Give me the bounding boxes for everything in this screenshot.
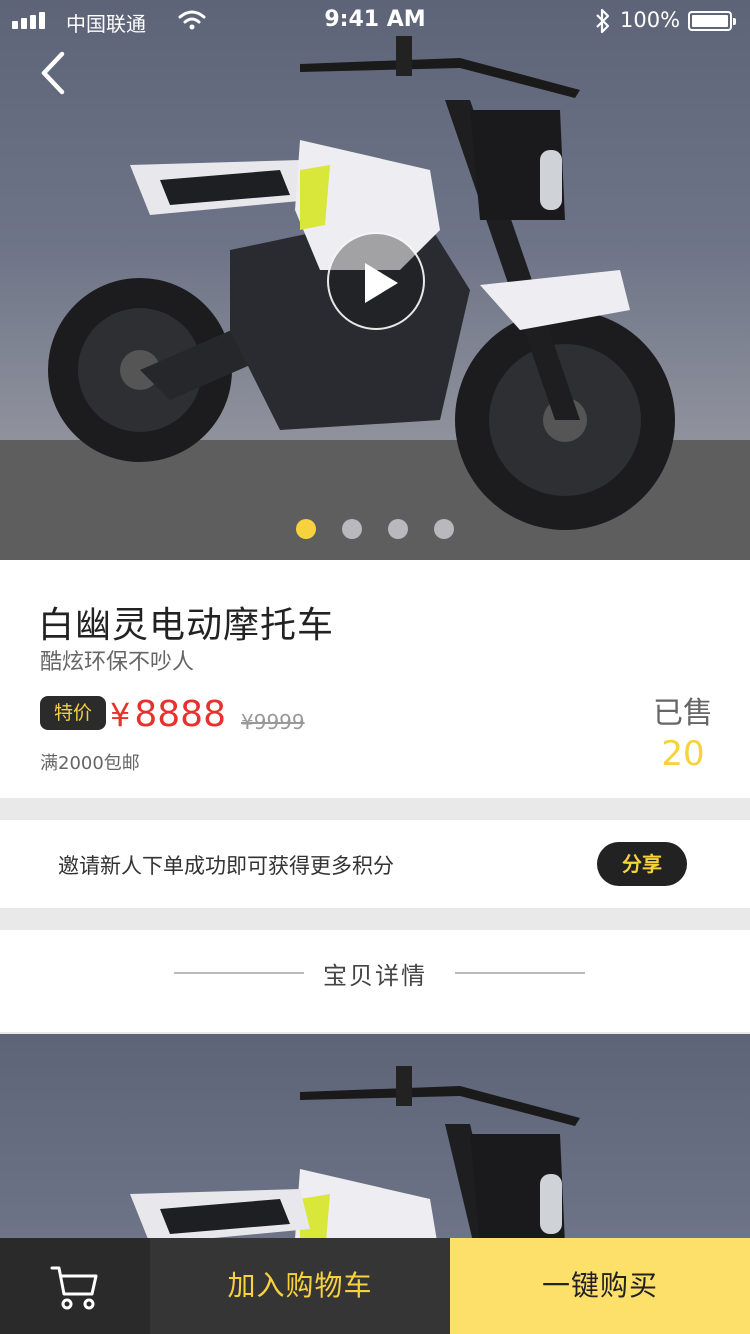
current-price: ¥8888 (110, 694, 226, 735)
special-price-badge: 特价 (40, 696, 106, 730)
gallery-pagination (0, 519, 750, 539)
pagination-dot[interactable] (388, 519, 408, 539)
details-title: 宝贝详情 (323, 962, 427, 990)
invite-text: 邀请新人下单成功即可获得更多积分 (58, 854, 394, 878)
product-title: 白幽灵电动摩托车 (38, 605, 335, 646)
play-video-button[interactable] (327, 232, 425, 330)
original-price: ¥9999 (241, 710, 305, 734)
buy-now-button[interactable]: 一键购买 (450, 1238, 750, 1334)
bluetooth-icon (596, 8, 610, 34)
back-arrow-icon[interactable] (34, 48, 74, 98)
currency-symbol: ¥ (110, 696, 131, 734)
pagination-dot[interactable] (296, 519, 316, 539)
battery-percent: 100% (620, 8, 681, 32)
play-icon (365, 263, 398, 303)
divider-right (455, 972, 585, 974)
add-to-cart-button[interactable]: 加入购物车 (150, 1238, 450, 1334)
share-button[interactable]: 分享 (597, 842, 687, 886)
sold-label: 已售 (653, 696, 713, 731)
invite-banner: 邀请新人下单成功即可获得更多积分 分享 (0, 820, 750, 908)
pagination-dot[interactable] (342, 519, 362, 539)
cart-button[interactable] (0, 1238, 150, 1334)
product-subtitle: 酷炫环保不吵人 (40, 650, 195, 675)
battery-icon (688, 11, 736, 31)
price-value: 8888 (134, 694, 226, 735)
pagination-dot[interactable] (434, 519, 454, 539)
cart-icon (50, 1266, 98, 1310)
status-bar: 中国联通 9:41 AM 100% (0, 0, 750, 40)
product-gallery[interactable]: 中国联通 9:41 AM 100% (0, 0, 750, 560)
product-info: 白幽灵电动摩托车 酷炫环保不吵人 特价 ¥8888 ¥9999 满2000包邮 … (0, 560, 750, 798)
details-section-header: 宝贝详情 (0, 930, 750, 1032)
sold-count: 20 (661, 734, 705, 774)
bottom-action-bar: 加入购物车 一键购买 (0, 1238, 750, 1334)
shipping-note: 满2000包邮 (40, 753, 140, 774)
